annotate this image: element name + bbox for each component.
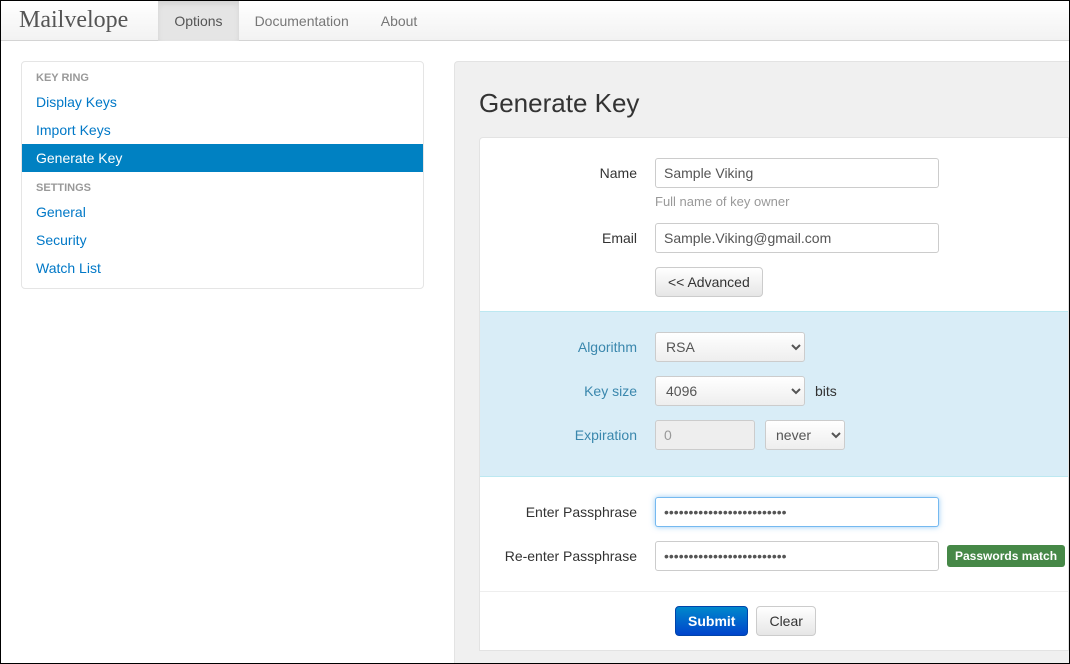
algorithm-label: Algorithm: [500, 339, 655, 355]
advanced-toggle-button[interactable]: << Advanced: [655, 267, 763, 297]
expiration-input: [655, 420, 755, 450]
keysize-select[interactable]: 4096: [655, 376, 805, 406]
sidebar-header: Key Ring: [22, 62, 423, 88]
sidebar-item-display-keys[interactable]: Display Keys: [22, 88, 423, 116]
sidebar-header: Settings: [22, 172, 423, 198]
email-input[interactable]: [655, 223, 939, 253]
name-label: Name: [500, 165, 655, 181]
sidebar-item-import-keys[interactable]: Import Keys: [22, 116, 423, 144]
nav-options[interactable]: Options: [158, 1, 238, 41]
nav-documentation[interactable]: Documentation: [239, 1, 365, 41]
expiration-unit-select[interactable]: never: [765, 420, 845, 450]
passphrase-input[interactable]: [655, 497, 939, 527]
submit-button[interactable]: Submit: [675, 606, 748, 636]
main-panel: Generate Key Name Full name of key owner…: [454, 61, 1069, 663]
page-title: Generate Key: [479, 88, 1069, 119]
name-input[interactable]: [655, 158, 939, 188]
advanced-panel: Algorithm RSA Key size 4096 bits Expirat: [480, 311, 1068, 477]
clear-button[interactable]: Clear: [756, 606, 815, 636]
divider: [480, 591, 1068, 592]
passphrase-confirm-input[interactable]: [655, 541, 939, 571]
sidebar-item-general[interactable]: General: [22, 198, 423, 226]
top-navbar: Mailvelope OptionsDocumentationAbout: [1, 1, 1069, 41]
passwords-match-badge: Passwords match: [947, 545, 1065, 567]
keysize-label: Key size: [500, 383, 655, 399]
generate-key-form: Name Full name of key owner Email << Adv…: [479, 137, 1069, 651]
nav-about[interactable]: About: [365, 1, 434, 41]
sidebar-item-watch-list[interactable]: Watch List: [22, 254, 423, 282]
brand-logo: Mailvelope: [19, 7, 128, 34]
algorithm-select[interactable]: RSA: [655, 332, 805, 362]
passphrase-label: Enter Passphrase: [500, 504, 655, 520]
sidebar-item-generate-key[interactable]: Generate Key: [22, 144, 423, 172]
name-help-text: Full name of key owner: [655, 194, 789, 209]
expiration-label: Expiration: [500, 427, 655, 443]
keysize-unit: bits: [815, 383, 837, 399]
email-label: Email: [500, 230, 655, 246]
sidebar: Key RingDisplay KeysImport KeysGenerate …: [21, 61, 424, 289]
sidebar-item-security[interactable]: Security: [22, 226, 423, 254]
passphrase-confirm-label: Re-enter Passphrase: [500, 548, 655, 564]
